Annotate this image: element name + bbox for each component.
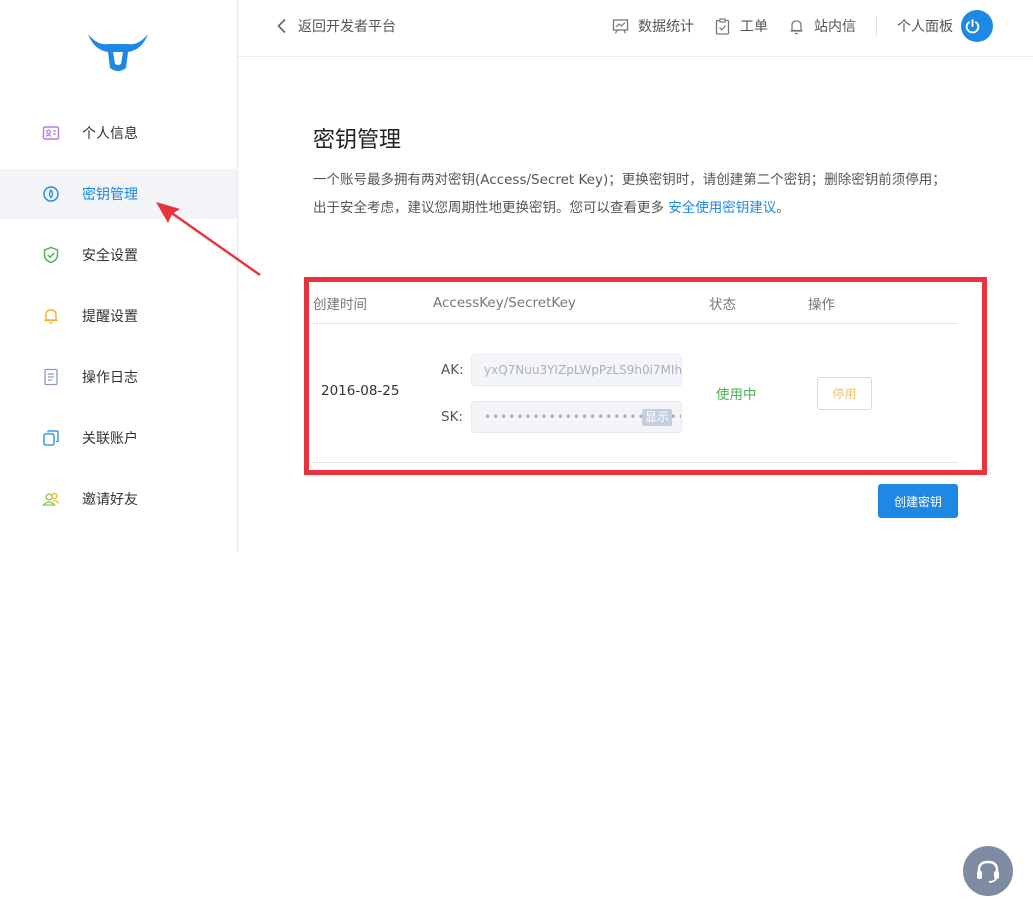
invite-friends-icon — [42, 490, 60, 508]
dashboard-link[interactable]: 个人面板 — [897, 10, 993, 42]
bell-outline-icon — [790, 19, 803, 34]
avatar[interactable] — [961, 10, 993, 42]
sidebar-nav: 个人信息 密钥管理 安全设置 提醒设置 操作日志 关联账户 邀请好友 — [0, 108, 237, 535]
show-secret-button[interactable]: 显示 — [641, 409, 672, 426]
divider — [876, 16, 877, 36]
data-stats-link[interactable]: 数据统计 — [612, 16, 694, 36]
access-key-field[interactable]: yxQ7Nuu3YIZpLWpPzLS9h0i7MIhc — [471, 354, 682, 386]
back-label: 返回开发者平台 — [298, 19, 396, 35]
sidebar-item-label: 密钥管理 — [82, 187, 138, 203]
sidebar-item-label: 邀请好友 — [82, 492, 138, 508]
headset-icon — [977, 860, 999, 883]
created-date: 2016-08-25 — [321, 383, 400, 399]
linked-accounts-icon — [42, 429, 60, 447]
header-status: 状态 — [709, 296, 736, 313]
sidebar-item-invite-friends[interactable]: 邀请好友 — [0, 474, 237, 524]
bell-icon — [42, 307, 60, 325]
description-text: 一个账号最多拥有两对密钥(Access/Secret Key)；更换密钥时，请创… — [313, 172, 946, 216]
id-card-icon — [42, 124, 60, 142]
chevron-left-icon — [277, 18, 286, 34]
back-to-developer-platform-link[interactable]: 返回开发者平台 — [276, 16, 396, 36]
sidebar-item-reminders[interactable]: 提醒设置 — [0, 291, 237, 341]
access-key-line: AK: yxQ7Nuu3YIZpLWpPzLS9h0i7MIhc — [441, 354, 682, 386]
security-tips-link[interactable]: 安全使用密钥建议 — [668, 200, 776, 216]
table-row: 2016-08-25 AK: yxQ7Nuu3YIZpLWpPzLS9h0i7M… — [313, 324, 958, 463]
sidebar-item-linked-accounts[interactable]: 关联账户 — [0, 413, 237, 463]
top-nav-links: 数据统计 工单 站内信 个人面板 — [592, 10, 993, 42]
customer-support-button[interactable] — [963, 846, 1013, 896]
ak-label: AK: — [441, 362, 464, 378]
header-action: 操作 — [808, 296, 835, 313]
top-bar: 返回开发者平台 数据统计 工单 站内信 个人面板 — [238, 0, 1033, 57]
create-key-button[interactable]: 创建密钥 — [878, 484, 958, 518]
header-keys: AccessKey/SecretKey — [433, 294, 576, 311]
sidebar-item-label: 提醒设置 — [82, 309, 138, 325]
shield-check-icon — [42, 246, 60, 264]
sidebar-item-label: 安全设置 — [82, 248, 138, 264]
sidebar-item-label: 关联账户 — [82, 431, 138, 447]
keys-table: 创建时间 AccessKey/SecretKey 状态 操作 2016-08-2… — [313, 282, 958, 463]
header-created: 创建时间 — [313, 296, 367, 313]
secret-key-field[interactable]: •••••••••••••••••••••••••••••••• 显示 — [471, 401, 682, 433]
tickets-link[interactable]: 工单 — [714, 16, 768, 36]
dashboard-label: 个人面板 — [897, 19, 953, 35]
secret-key-line: SK: •••••••••••••••••••••••••••••••• 显示 — [441, 401, 682, 433]
messages-label: 站内信 — [814, 19, 856, 35]
tickets-label: 工单 — [740, 19, 768, 35]
disable-key-button[interactable]: 停用 — [817, 377, 872, 410]
annotation-arrow — [156, 202, 261, 276]
sidebar-item-label: 个人信息 — [82, 126, 138, 142]
description-suffix: 。 — [776, 200, 790, 216]
power-icon — [965, 18, 980, 33]
sk-label: SK: — [441, 409, 463, 425]
table-header: 创建时间 AccessKey/SecretKey 状态 操作 — [313, 282, 958, 324]
page-description: 一个账号最多拥有两对密钥(Access/Secret Key)；更换密钥时，请创… — [313, 166, 953, 222]
page-title: 密钥管理 — [313, 128, 402, 153]
key-drop-icon — [42, 185, 60, 203]
data-stats-label: 数据统计 — [638, 19, 694, 35]
status-badge: 使用中 — [716, 387, 757, 403]
clipboard-check-icon — [715, 17, 730, 35]
sidebar-item-operation-log[interactable]: 操作日志 — [0, 352, 237, 402]
document-icon — [42, 368, 60, 386]
messages-link[interactable]: 站内信 — [788, 16, 856, 36]
sidebar-item-label: 操作日志 — [82, 370, 138, 386]
bull-logo[interactable] — [86, 28, 150, 74]
sidebar-item-profile[interactable]: 个人信息 — [0, 108, 237, 158]
chart-board-icon — [612, 18, 629, 34]
